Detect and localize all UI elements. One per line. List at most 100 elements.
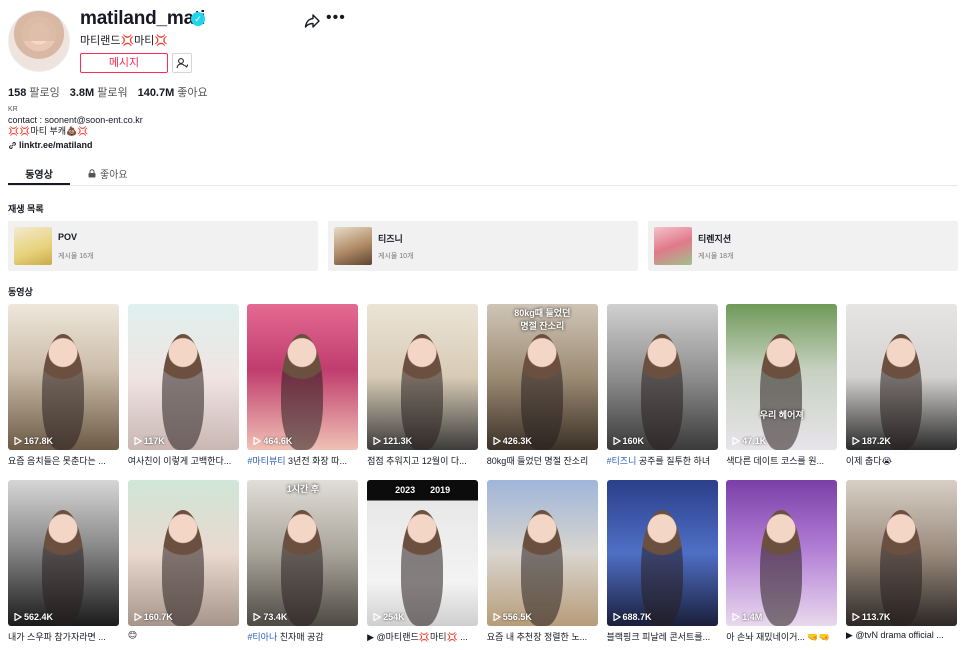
caption-text: 이제 춥다😭: [845, 456, 893, 466]
caption-hashtag[interactable]: #티아나: [247, 632, 277, 642]
video-thumbnail[interactable]: 160.7K: [127, 480, 239, 626]
play-icon: [134, 437, 142, 445]
tab-liked[interactable]: 좋아요: [88, 166, 128, 181]
playlist-name: POV: [58, 232, 78, 242]
playlist-thumbnail: [654, 227, 692, 265]
bio-link[interactable]: linktr.ee/matiland: [8, 140, 93, 150]
video-caption[interactable]: 내가 스우파 참가자라면 ...: [8, 630, 119, 643]
video-caption[interactable]: 😊: [128, 630, 239, 641]
view-count-value: 167.8K: [24, 436, 54, 446]
caption-text: ▶ @tvN drama official ...: [845, 630, 944, 640]
playlist-card[interactable]: 티즈니 게시물 10개: [328, 221, 638, 271]
view-count: 688.7K: [612, 612, 652, 622]
thumbnail-figure: [760, 510, 803, 626]
playlist-card[interactable]: 티렌지션 게시물 18개: [648, 221, 958, 271]
video-thumbnail[interactable]: 562.4K: [8, 480, 119, 626]
video-caption[interactable]: ▶ @마티랜드💢마티💢 ...: [367, 630, 478, 643]
video-thumbnail[interactable]: 우리 헤어져 47.1K: [726, 304, 838, 450]
caption-text: 점점 추워지고 12월이 다...: [367, 456, 467, 466]
video-thumbnail[interactable]: 2023 2019 254K: [367, 480, 479, 626]
caption-text: 공주를 질투한 하녀: [636, 456, 711, 466]
play-icon: [493, 437, 501, 445]
video-caption[interactable]: 아 손놔 재밌네이거... 🤜🤜: [726, 630, 837, 643]
video-thumbnail[interactable]: 160K: [606, 304, 718, 450]
caption-text: 블랙핑크 피날레 콘서트를...: [606, 632, 711, 642]
profile-stats: 158 팔로잉 3.8M 팔로워 140.7M 좋아요: [8, 84, 208, 100]
thumbnail-overlay-text: 80kg때 들었던 명절 잔소리: [514, 308, 571, 331]
caption-hashtag[interactable]: #티즈니: [607, 456, 637, 466]
video-thumbnail[interactable]: 556.5K: [486, 480, 598, 626]
tab-videos[interactable]: 동영상: [8, 166, 70, 181]
video-caption[interactable]: #티아나 친자매 공감: [247, 630, 358, 643]
playlist-count: 게시물 16개: [58, 253, 94, 260]
video-caption[interactable]: 80kg때 들었던 명절 잔소리: [487, 454, 598, 467]
play-icon: [14, 613, 22, 621]
view-count-value: 556.5K: [502, 612, 532, 622]
thumbnail-figure: [520, 510, 563, 626]
view-count-value: 426.3K: [502, 436, 532, 446]
video-thumbnail[interactable]: 80kg때 들었던 명절 잔소리 426.3K: [486, 304, 598, 450]
playlist-thumbnail: [334, 227, 372, 265]
caption-text: ▶ @마티랜드💢마티💢 ...: [367, 632, 468, 642]
video-thumbnail[interactable]: 187.2K: [845, 304, 957, 450]
share-icon[interactable]: [304, 13, 320, 29]
view-count-value: 47.1K: [742, 436, 767, 446]
video-thumbnail[interactable]: 113.7K: [845, 480, 957, 626]
thumbnail-figure: [161, 334, 204, 450]
video-caption[interactable]: #티즈니 공주를 질투한 하녀: [607, 454, 718, 467]
video-caption[interactable]: 이제 춥다😭: [846, 454, 957, 467]
thumbnail-overlay-text: 2023 2019: [395, 485, 451, 495]
video-thumbnail[interactable]: 167.8K: [8, 304, 119, 450]
message-button[interactable]: 메시지: [80, 53, 168, 73]
video-caption[interactable]: 점점 추워지고 12월이 다...: [367, 454, 478, 467]
view-count: 254K: [373, 612, 405, 622]
video-caption[interactable]: #마티뷰티 3년전 화장 따...: [247, 454, 358, 467]
video-thumbnail[interactable]: 1.4M: [726, 480, 838, 626]
video-caption[interactable]: ▶ @tvN drama official ...: [846, 630, 957, 641]
stat-following[interactable]: 158 팔로잉: [8, 84, 60, 100]
stat-followers[interactable]: 3.8M 팔로워: [70, 84, 128, 100]
video-caption[interactable]: 블랙핑크 피날레 콘서트를...: [607, 630, 718, 643]
caption-text: 아 손놔 재밌네이거... 🤜🤜: [726, 632, 830, 642]
caption-hashtag[interactable]: #마티뷰티: [247, 456, 285, 466]
more-options-icon[interactable]: •••: [326, 10, 346, 26]
video-thumbnail[interactable]: 464.6K: [247, 304, 359, 450]
thumbnail-figure: [401, 334, 444, 450]
video-thumbnail[interactable]: 117K: [127, 304, 239, 450]
play-icon: [852, 437, 860, 445]
playlist-card[interactable]: POV 게시물 16개: [8, 221, 318, 271]
videos-section-title: 동영상: [8, 287, 33, 297]
suggested-accounts-button[interactable]: [172, 53, 192, 73]
verified-badge-icon: ✓: [191, 12, 205, 26]
view-count-value: 464.6K: [263, 436, 293, 446]
link-icon: [9, 141, 16, 149]
view-count: 167.8K: [14, 436, 53, 446]
play-icon: [493, 613, 501, 621]
playlist-thumbnail: [14, 227, 52, 265]
video-thumbnail[interactable]: 688.7K: [606, 480, 718, 626]
bio-link-text[interactable]: linktr.ee/matiland: [19, 140, 93, 150]
video-caption[interactable]: 여사친이 이렇게 고백한다...: [128, 454, 239, 467]
caption-text: 3년전 화장 따...: [285, 456, 347, 466]
thumbnail-overlay-text: 1시간 후: [286, 484, 320, 494]
play-icon: [612, 437, 621, 445]
bio-line: 💢💢마티 부캐💩💢: [8, 126, 89, 136]
view-count: 160.7K: [134, 612, 173, 622]
view-count-value: 187.2K: [861, 436, 891, 446]
video-thumbnail[interactable]: 1시간 후 73.4K: [247, 480, 359, 626]
video-caption[interactable]: 요즘 내 추천장 정렬한 노...: [487, 630, 598, 643]
view-count: 117K: [134, 436, 165, 446]
video-caption[interactable]: 색다른 데이트 코스를 원...: [726, 454, 837, 467]
play-icon: [14, 437, 22, 445]
thumbnail-figure: [760, 334, 803, 450]
video-thumbnail[interactable]: 121.3K: [367, 304, 479, 450]
thumbnail-figure: [281, 334, 324, 450]
avatar[interactable]: [8, 10, 70, 72]
thumbnail-figure: [42, 510, 84, 626]
play-icon: [732, 613, 741, 621]
lock-icon: [88, 169, 96, 178]
video-caption[interactable]: 요즘 음치들은 못춘다는 ...: [8, 454, 119, 467]
play-icon: [253, 437, 262, 445]
caption-text: 80kg때 들었던 명절 잔소리: [486, 456, 589, 466]
thumbnail-figure: [281, 510, 324, 626]
